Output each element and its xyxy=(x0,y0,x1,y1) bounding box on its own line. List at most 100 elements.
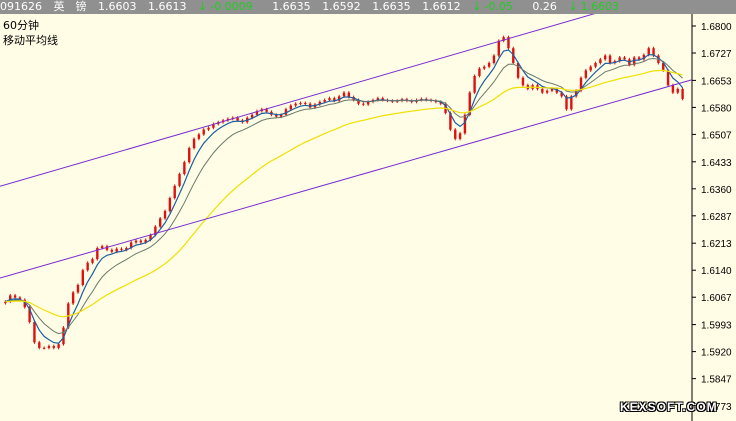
candle-body xyxy=(521,77,525,86)
y-tick-label: 1.6653 xyxy=(701,76,732,87)
y-tick-label: 1.5993 xyxy=(701,321,732,332)
candle-body xyxy=(328,98,331,101)
candle-body xyxy=(323,100,326,102)
candle-body xyxy=(584,70,588,78)
candle-body xyxy=(163,211,167,219)
candle-body xyxy=(647,48,650,55)
down-arrow-icon: ↓ xyxy=(472,0,482,13)
candle-body xyxy=(76,285,80,293)
candle-body xyxy=(42,347,46,349)
candle-body xyxy=(81,270,85,286)
y-tick-label: 1.6433 xyxy=(701,158,732,169)
y-tick-label: 1.6213 xyxy=(701,239,732,250)
candle-body xyxy=(492,55,496,64)
candle-body xyxy=(594,63,597,67)
quote-name: 英 镑 xyxy=(53,0,87,13)
quote-bar: 091626 英 镑 1.6603 1.6613 ↓ -0.0009 1.6635… xyxy=(0,0,736,14)
candle-body xyxy=(91,259,94,263)
candle-body xyxy=(110,249,114,252)
candle-body xyxy=(497,40,500,56)
candle-body xyxy=(294,103,297,106)
candle-body xyxy=(202,129,205,135)
y-tick-label: 1.6360 xyxy=(701,185,732,196)
candle-body xyxy=(671,85,675,93)
quote-field-0: 1.6603 xyxy=(98,0,137,13)
candle-body xyxy=(304,102,307,104)
candle-body xyxy=(487,63,491,67)
quote-volume: 0.26 xyxy=(532,0,557,13)
price-chart[interactable]: 1.6800 1.6727 1.6653 1.6580 1.6507 1.6433 1.63… xyxy=(0,14,736,421)
candle-body xyxy=(599,59,602,64)
candle-body xyxy=(603,55,607,60)
watermark-logo: KEXSOFT.COM xyxy=(620,400,718,414)
y-tick-label: 1.6800 xyxy=(701,22,732,33)
plot-area xyxy=(0,14,692,421)
period-label: 60分钟 xyxy=(3,18,39,32)
candle-body xyxy=(52,346,55,348)
candle-body xyxy=(86,262,89,271)
candle-body xyxy=(473,75,476,93)
candle-body xyxy=(637,57,641,60)
candle-body xyxy=(47,346,51,348)
candle-body xyxy=(120,248,123,250)
quote-price-1: 1.6592 xyxy=(322,0,361,13)
candle-body xyxy=(478,68,481,76)
down-arrow-icon: ↓ xyxy=(568,0,578,13)
down-arrow-icon: ↓ xyxy=(198,0,208,13)
indicator-label: 移动平均线 xyxy=(3,33,58,47)
candle-body xyxy=(589,66,592,71)
candle-body xyxy=(676,88,679,93)
quote-last-value: 1.6603 xyxy=(580,0,620,13)
candle-body xyxy=(57,344,60,348)
candle-body xyxy=(173,185,176,199)
quote-pct-change: ↓ -0.05 xyxy=(472,0,521,14)
candle-body xyxy=(347,92,351,98)
candle-body xyxy=(197,134,201,139)
candle-body xyxy=(463,114,467,134)
y-tick-label: 1.6067 xyxy=(701,293,732,304)
candle-body xyxy=(289,105,292,110)
y-tick-label: 1.6727 xyxy=(701,49,732,60)
candle-body xyxy=(207,127,210,130)
candle-body xyxy=(38,342,41,348)
candle-body xyxy=(623,57,626,60)
quote-price-0: 1.6635 xyxy=(272,0,311,13)
candle-body xyxy=(458,133,462,139)
candle-body xyxy=(362,103,365,105)
candle-body xyxy=(342,92,346,97)
y-tick-label: 1.6287 xyxy=(701,212,732,223)
candle-body xyxy=(33,322,36,343)
quote-change-value: -0.0009 xyxy=(210,0,253,13)
quote-field-1: 1.6613 xyxy=(148,0,187,13)
candle-body xyxy=(483,66,486,69)
quote-change: ↓ -0.0009 xyxy=(198,0,261,14)
y-tick-label: 1.6507 xyxy=(701,130,732,141)
candle-body xyxy=(168,198,172,212)
y-tick-label: 1.5847 xyxy=(701,375,732,386)
candle-body xyxy=(100,246,104,249)
candle-body xyxy=(236,117,239,121)
candle-body xyxy=(115,248,118,252)
candle-body xyxy=(192,138,196,149)
candle-body xyxy=(178,174,181,186)
candle-body xyxy=(71,292,75,304)
candle-body xyxy=(570,96,573,110)
candle-body xyxy=(139,240,143,243)
candle-body xyxy=(188,148,191,163)
candle-body xyxy=(608,55,612,64)
candle-body xyxy=(681,88,684,99)
candle-body xyxy=(183,162,186,175)
quote-price-3: 1.6612 xyxy=(422,0,461,13)
candle-body xyxy=(134,240,138,243)
candle-body xyxy=(454,129,457,139)
candle-body xyxy=(13,295,17,298)
candle-body xyxy=(158,218,162,227)
quote-code: 091626 xyxy=(0,0,42,13)
candle-body xyxy=(541,88,544,93)
y-tick-label: 1.5920 xyxy=(701,348,732,359)
quote-last: ↓ 1.6603 xyxy=(568,0,627,14)
quote-price-2: 1.6635 xyxy=(372,0,411,13)
quote-pct-change-value: -0.05 xyxy=(484,0,513,13)
candle-body xyxy=(299,102,302,104)
y-tick-label: 1.6580 xyxy=(701,103,732,114)
